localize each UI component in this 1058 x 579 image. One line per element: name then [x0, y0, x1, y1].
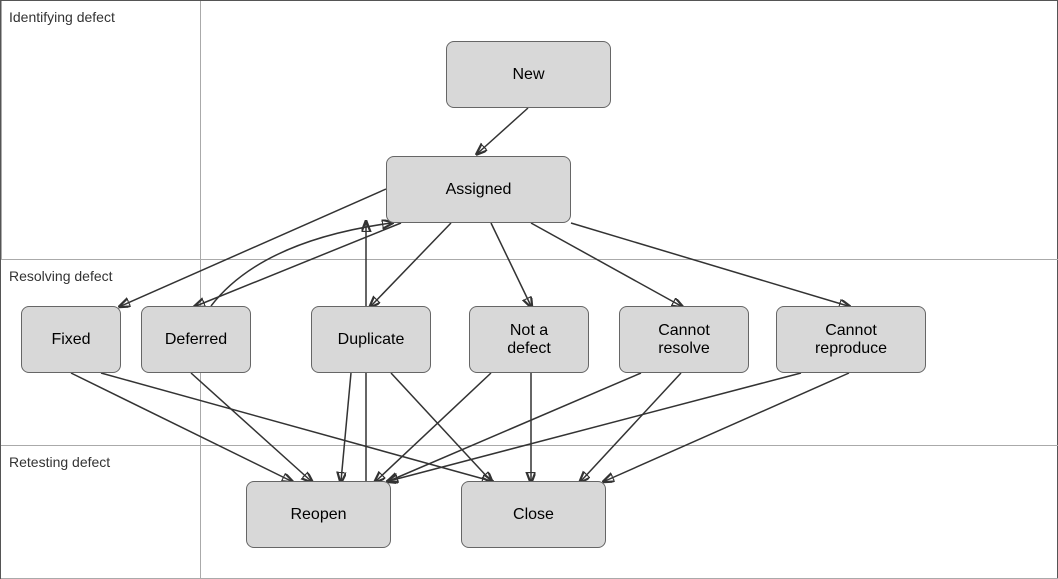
retesting-label: Retesting defect	[9, 454, 110, 470]
resolving-label: Resolving defect	[9, 268, 113, 284]
node-cannot-resolve: Cannot resolve	[619, 306, 749, 373]
node-not-a-defect: Not a defect	[469, 306, 589, 373]
node-cannot-reproduce: Cannot reproduce	[776, 306, 926, 373]
node-close: Close	[461, 481, 606, 548]
node-new: New	[446, 41, 611, 108]
node-duplicate: Duplicate	[311, 306, 431, 373]
node-fixed: Fixed	[21, 306, 121, 373]
node-deferred: Deferred	[141, 306, 251, 373]
identifying-border	[1, 1, 201, 260]
identifying-label: Identifying defect	[9, 9, 115, 25]
diagram-container: Identifying defect Resolving defect Rete…	[0, 0, 1058, 579]
node-assigned: Assigned	[386, 156, 571, 223]
node-reopen: Reopen	[246, 481, 391, 548]
